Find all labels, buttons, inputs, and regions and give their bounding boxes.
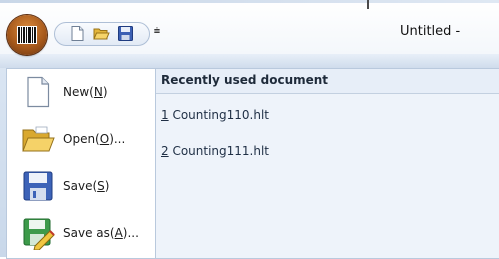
recent-document-label: 1 Counting110.hlt <box>161 108 270 122</box>
menu-command-list: New(N) Open(O)... Save(S) Save as(A)... <box>6 68 155 259</box>
qat-save-button[interactable] <box>117 25 134 42</box>
title-bar-top-line <box>0 0 499 3</box>
floppy-disk-icon <box>23 171 53 201</box>
menu-item-new[interactable]: New(N) <box>7 70 155 114</box>
menu-item-save[interactable]: Save(S) <box>7 164 155 208</box>
menu-item-open[interactable]: Open(O)... <box>7 117 155 161</box>
menu-item-save-as-label: Save as(A)... <box>63 226 139 240</box>
title-bar: ⩧ Untitled - <box>0 0 499 54</box>
application-menu: New(N) Open(O)... Save(S) Save as(A)... … <box>0 54 499 259</box>
recent-document-label: 2 Counting111.hlt <box>161 144 270 158</box>
menu-item-save-as[interactable]: Save as(A)... <box>7 211 155 255</box>
title-bar-tick <box>367 0 369 9</box>
recent-documents-header: Recently used document <box>156 69 499 94</box>
menu-item-new-label: New(N) <box>63 85 108 99</box>
menu-item-save-label: Save(S) <box>63 179 110 193</box>
new-document-icon <box>71 26 84 41</box>
menu-item-open-label: Open(O)... <box>63 132 126 146</box>
application-menu-button[interactable] <box>7 15 47 55</box>
save-as-icon <box>23 218 55 250</box>
recent-document-item[interactable]: 1 Counting110.hlt <box>156 105 499 125</box>
recent-documents-title: Recently used document <box>161 73 329 87</box>
window-title: Untitled - <box>400 24 461 39</box>
recent-document-item[interactable]: 2 Counting111.hlt <box>156 141 499 161</box>
qat-open-button[interactable] <box>93 25 110 42</box>
floppy-disk-icon <box>118 26 133 41</box>
barcode-icon <box>17 26 37 44</box>
open-folder-icon <box>22 126 55 152</box>
open-folder-icon <box>93 28 110 40</box>
qat-new-button[interactable] <box>69 25 86 42</box>
recent-documents-pane: Recently used document 1 Counting110.hlt… <box>155 68 499 259</box>
new-document-icon <box>27 76 50 108</box>
quick-access-toolbar <box>54 22 150 46</box>
qat-customize-dropdown[interactable]: ⩧ <box>151 24 163 38</box>
menu-top-strip <box>0 54 499 68</box>
